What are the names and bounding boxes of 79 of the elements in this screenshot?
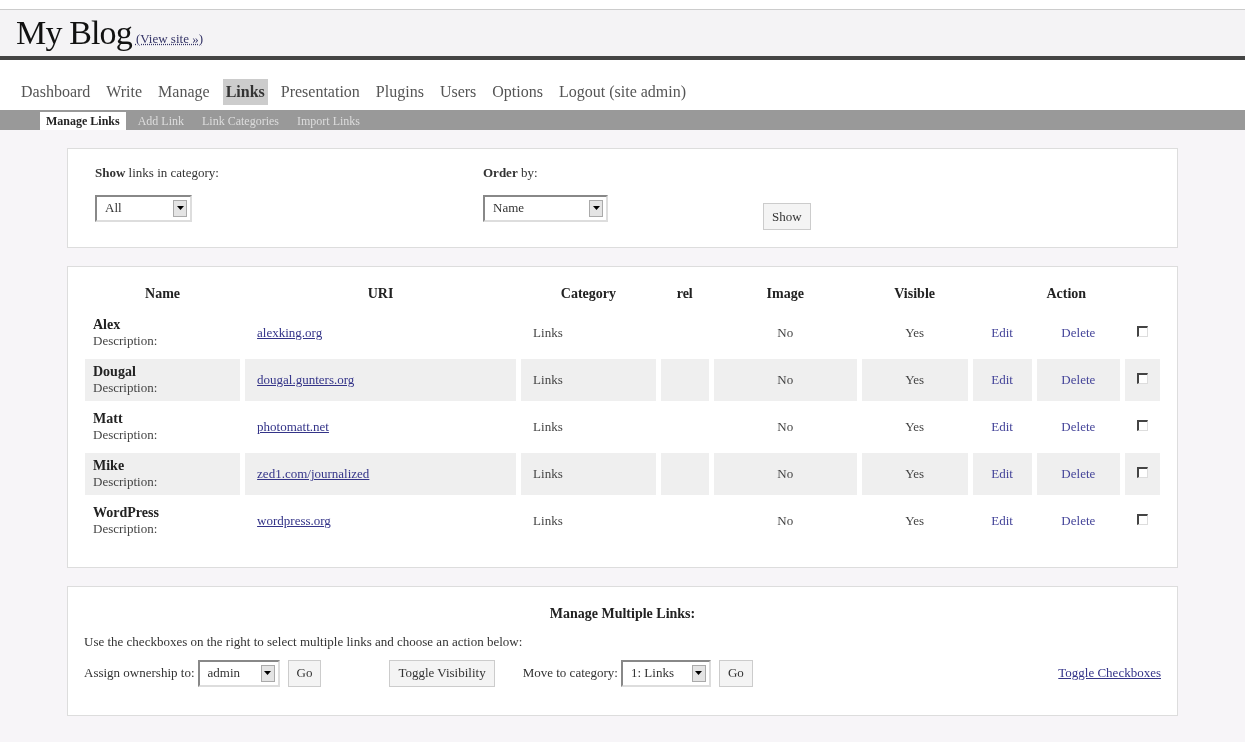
delete-link[interactable]: Delete	[1061, 513, 1096, 529]
link-name: WordPress	[93, 505, 160, 521]
ownership-label: Assign ownership to:	[84, 664, 195, 683]
delete-link[interactable]: Delete	[1061, 466, 1096, 482]
link-name: Matt	[93, 411, 124, 427]
image-cell-text: No	[776, 324, 795, 343]
site-title: My Blog	[16, 16, 132, 50]
category-cell-text: Links	[532, 418, 564, 437]
bulk-title: Manage Multiple Links:	[549, 605, 696, 623]
visible-cell-text: Yes	[904, 418, 926, 437]
nav-tab[interactable]: Users	[436, 79, 480, 105]
go-button[interactable]: Go	[719, 659, 753, 687]
visible-cell-text: Yes	[904, 324, 926, 343]
category-cell: Links	[521, 359, 656, 401]
visible-cell: Yes	[861, 453, 968, 495]
image-cell-text: No	[776, 418, 795, 437]
go-button[interactable]: Go	[287, 659, 322, 687]
link-name: Alex	[93, 317, 122, 333]
column-header: Action	[1045, 285, 1088, 303]
move-select[interactable]: 1: Links	[621, 659, 711, 687]
owner-select[interactable]: admin	[197, 659, 280, 687]
edit-link[interactable]: Edit	[991, 372, 1013, 388]
link-description-label: Description:	[93, 333, 159, 349]
edit-link[interactable]: Edit	[991, 513, 1013, 529]
uri-link[interactable]: dougal.gunters.org	[257, 372, 355, 388]
edit-link[interactable]: Edit	[991, 325, 1013, 341]
link-name: Dougal	[93, 364, 137, 380]
column-header: URI	[366, 285, 395, 303]
row-checkbox[interactable]	[1137, 467, 1148, 479]
toggle-visibility-button[interactable]: Toggle Visibility	[389, 659, 495, 687]
edit-link[interactable]: Edit	[991, 419, 1013, 435]
nav-tab[interactable]: Links	[222, 79, 268, 105]
uri-link[interactable]: alexking.org	[257, 325, 323, 341]
uri-link[interactable]: wordpress.org	[257, 513, 331, 529]
nav-tab[interactable]: Dashboard	[18, 79, 94, 105]
visible-cell: Yes	[861, 359, 968, 401]
visible-cell-text: Yes	[904, 512, 926, 531]
uri-link[interactable]: photomatt.net	[257, 419, 329, 435]
row-checkbox[interactable]	[1137, 373, 1148, 385]
uri-link[interactable]: zed1.com/journalized	[257, 466, 370, 482]
nav-tab[interactable]: Manage	[155, 79, 213, 105]
category-select[interactable]: All	[95, 194, 192, 222]
category-cell: Links	[521, 453, 656, 495]
delete-link[interactable]: Delete	[1061, 325, 1096, 341]
nav-tab[interactable]: Logout (site admin)	[556, 79, 690, 105]
column-header: Image	[765, 285, 805, 303]
nav-tab[interactable]: Plugins	[372, 79, 427, 105]
category-cell-text: Links	[532, 324, 564, 343]
order-label: Order by:	[483, 164, 539, 182]
link-description-label: Description:	[93, 521, 159, 537]
nav-tab[interactable]: Presentation	[277, 79, 363, 105]
edit-link[interactable]: Edit	[991, 466, 1013, 482]
link-description-label: Description:	[93, 474, 159, 490]
nav-tab[interactable]: Write	[103, 79, 146, 105]
order-select[interactable]: Name	[483, 194, 608, 222]
link-description-label: Description:	[93, 427, 159, 443]
nav-tab[interactable]: Options	[489, 79, 546, 105]
bulk-instructions: Use the checkboxes on the right to select multiple links and choose an action below:	[84, 633, 524, 651]
row-checkbox[interactable]	[1137, 514, 1148, 526]
column-header: Visible	[893, 285, 936, 303]
row-checkbox[interactable]	[1137, 420, 1148, 432]
link-description-label: Description:	[93, 380, 159, 396]
view-site-link[interactable]: (View site »)	[135, 28, 203, 48]
subnav-tab[interactable]: Manage Links	[40, 112, 126, 130]
image-cell-text: No	[776, 512, 795, 531]
category-cell-text: Links	[532, 512, 564, 531]
column-header: Category	[559, 285, 618, 303]
link-name: Mike	[93, 458, 126, 474]
column-header: Name	[144, 285, 182, 303]
image-cell: No	[713, 453, 857, 495]
column-header: rel	[675, 285, 694, 303]
show-button[interactable]: Show	[763, 203, 811, 230]
row-checkbox[interactable]	[1137, 326, 1148, 338]
category-label: Show links in category:	[95, 164, 220, 182]
delete-link[interactable]: Delete	[1061, 419, 1096, 435]
move-label: Move to category:	[522, 664, 618, 683]
image-cell: No	[713, 359, 857, 401]
toggle-checkboxes-link[interactable]: Toggle Checkboxes	[1058, 663, 1161, 683]
delete-link[interactable]: Delete	[1061, 372, 1096, 388]
